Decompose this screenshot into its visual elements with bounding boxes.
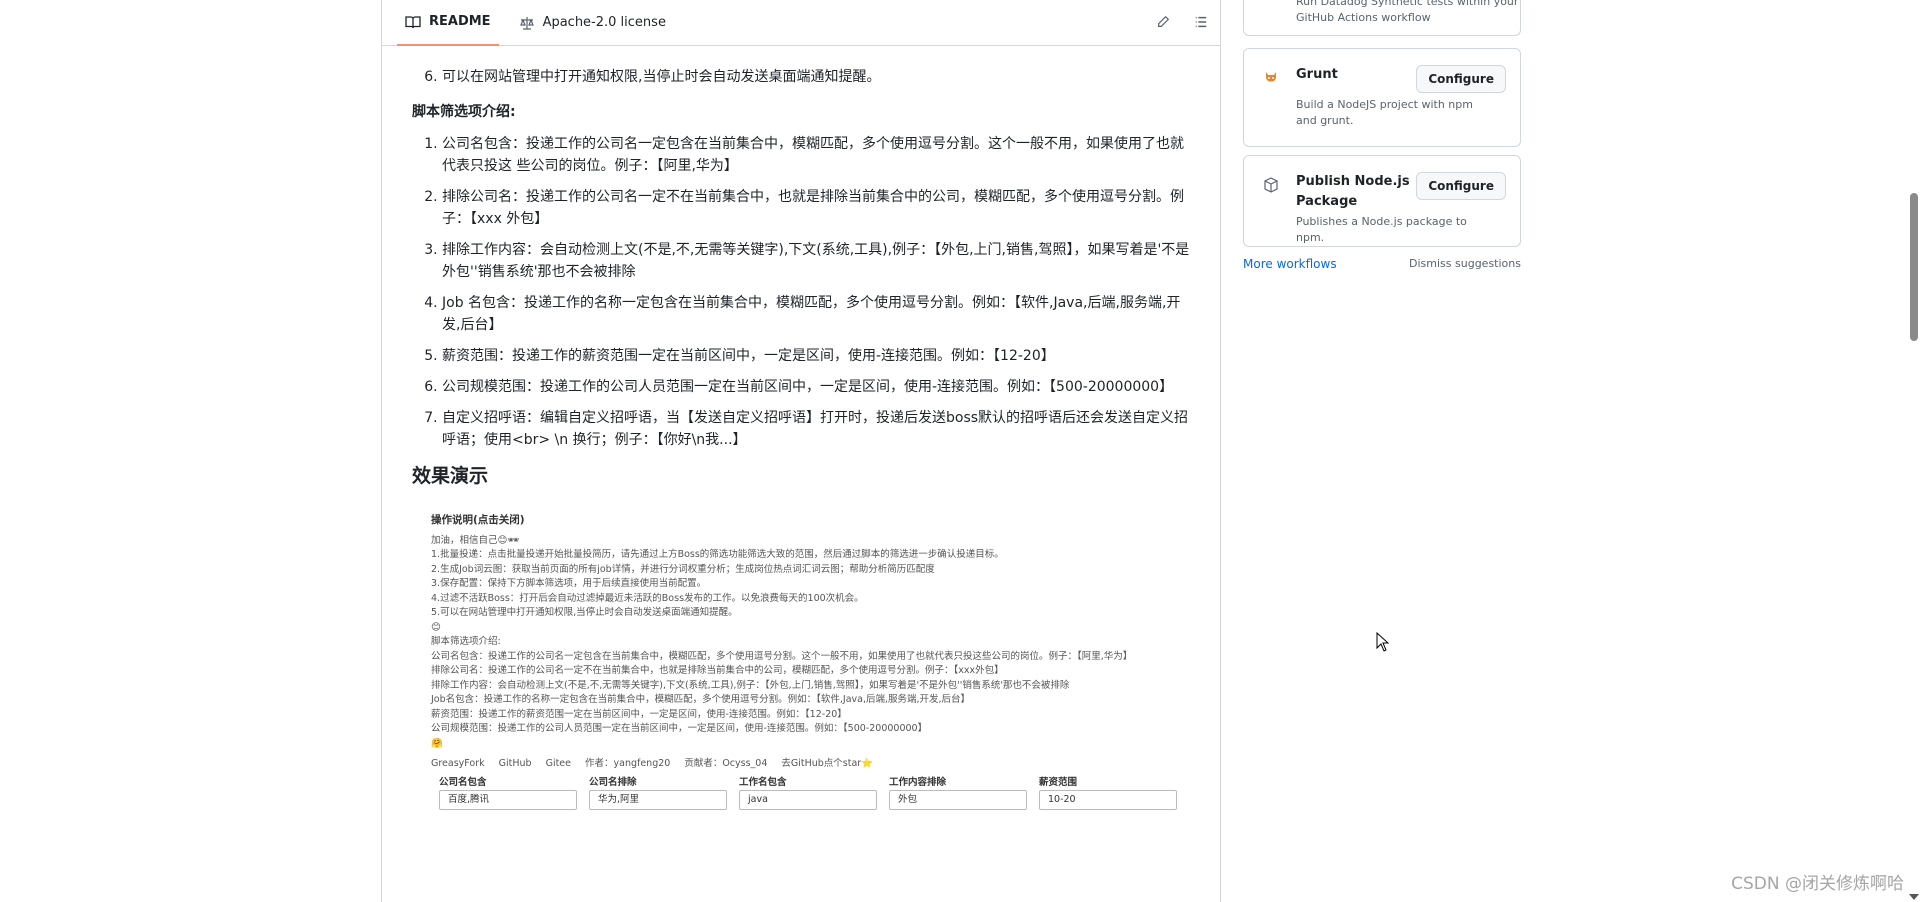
scrollbar-thumb[interactable] (1910, 193, 1918, 341)
workflow-desc-line: GitHub Actions workflow (1296, 11, 1431, 24)
workflow-desc: Run Datadog Synthetic tests within your … (1296, 0, 1518, 26)
demo-line: 脚本筛选项介绍: (431, 636, 501, 647)
demo-line: 5.可以在网站管理中打开通知权限,当停止时会自动发送桌面端通知提醒。 (431, 607, 738, 618)
list-item: 公司名包含：投递工作的公司名一定包含在当前集合中，模糊匹配，多个使用逗号分割。这… (442, 133, 1190, 177)
book-icon (405, 15, 421, 28)
demo-field-input: java (739, 790, 877, 810)
outline-list-icon[interactable] (1192, 13, 1210, 31)
scroll-down-arrow-icon[interactable] (1909, 894, 1919, 900)
demo-field-label: 工作名包含 (739, 776, 787, 788)
demo-field-label: 薪资范围 (1039, 776, 1078, 788)
workflow-card-grunt: Grunt Build a NodeJS project with npm an… (1243, 48, 1521, 147)
demo-line: 薪资范围：投递工作的薪资范围一定在当前区间中，一定是区间，使用-连接范围。例如：… (431, 708, 847, 720)
demo-link-github: GitHub (498, 758, 532, 769)
edit-pencil-icon[interactable] (1154, 13, 1172, 31)
tab-license[interactable]: Apache-2.0 license (511, 0, 674, 46)
demo-field: 工作名包含 java (739, 776, 877, 810)
demo-line: 加油，相信自己😊🕶 (431, 534, 520, 546)
mouse-cursor-icon (1376, 631, 1390, 656)
workflow-title: Grunt (1296, 67, 1338, 82)
tab-readme[interactable]: README (397, 0, 499, 46)
demo-contributor: 贡献者：Ocyss_04 (684, 758, 768, 769)
more-workflows-link[interactable]: More workflows (1243, 257, 1337, 271)
dismiss-suggestions-link[interactable]: Dismiss suggestions (1409, 257, 1521, 271)
package-icon (1262, 176, 1280, 194)
filters-list: 公司名包含：投递工作的公司名一定包含在当前集合中，模糊匹配，多个使用逗号分割。这… (412, 133, 1190, 451)
demo-field-input: 百度,腾讯 (439, 790, 577, 810)
feature-list: 可以在网站管理中打开通知权限,当停止时会自动发送桌面端通知提醒。 (412, 66, 1190, 88)
demo-field-label: 公司名包含 (439, 776, 487, 788)
law-scale-icon (519, 16, 534, 30)
demo-field: 工作内容排除 外包 (889, 776, 1027, 810)
list-item: 自定义招呼语：编辑自定义招呼语，当【发送自定义招呼语】打开时，投递后发送boss… (442, 407, 1190, 451)
list-item: 薪资范围：投递工作的薪资范围一定在当前区间中，一定是区间，使用-连接范围。例如：… (442, 345, 1190, 367)
readme-content: 可以在网站管理中打开通知权限,当停止时会自动发送桌面端通知提醒。 脚本筛选项介绍… (382, 66, 1220, 810)
workflow-card-datadog: Run Datadog Synthetic tests within your … (1243, 0, 1521, 36)
demo-field-input: 10-20 (1039, 790, 1177, 810)
demo-field-input: 外包 (889, 790, 1027, 810)
readme-tabs: README Apache-2.0 license (382, 0, 1220, 46)
demo-field: 薪资范围 10-20 (1039, 776, 1177, 810)
list-item: 排除公司名：投递工作的公司名一定不在当前集合中，也就是排除当前集合中的公司，模糊… (442, 186, 1190, 230)
workflow-desc-line: Run Datadog Synthetic tests within your (1296, 0, 1519, 8)
demo-form: 公司名包含 百度,腾讯 公司名排除 华为,阿里 工作名包含 java 工作内容排… (431, 776, 1177, 810)
grunt-logo-icon (1262, 69, 1280, 87)
page-scrollbar[interactable] (1906, 0, 1920, 902)
configure-button[interactable]: Configure (1416, 172, 1506, 200)
demo-line: Job名包含：投递工作的名称一定包含在当前集合中，模糊匹配，多个使用逗号分割。例… (431, 694, 971, 705)
suggested-workflows: Run Datadog Synthetic tests within your … (1243, 0, 1521, 271)
demo-star-link: 去GitHub点个star⭐ (781, 758, 874, 769)
demo-line: 公司规模范围：投递工作的公司人员范围一定在当前区间中，一定是区间，使用-连接范围… (431, 723, 928, 734)
demo-screenshot: 操作说明(点击关闭) 加油，相信自己😊🕶 1.批量投递：点击批量投递开始批量投简… (414, 501, 1194, 810)
readme-actions (1154, 13, 1210, 31)
list-item: 公司规模范围：投递工作的公司人员范围一定在当前区间中，一定是区间，使用-连接范围… (442, 376, 1190, 398)
readme-panel: README Apache-2.0 license 可以在网站管理中打开通知权限… (381, 0, 1221, 902)
configure-button[interactable]: Configure (1416, 65, 1506, 93)
demo-line: 😊 (431, 621, 441, 633)
demo-line: 3.保存配置：保持下方脚本筛选项，用于后续直接使用当前配置。 (431, 578, 707, 589)
demo-field-input: 华为,阿里 (589, 790, 727, 810)
demo-line: 2.生成Job词云图：获取当前页面的所有job详情，并进行分词权重分析；生成岗位… (431, 563, 935, 575)
list-item: 排除工作内容：会自动检测上文(不是,不,无需等关键字),下文(系统,工具),例子… (442, 239, 1190, 283)
demo-link-gitee: Gitee (545, 758, 571, 769)
demo-links: GreasyFork GitHub Gitee 作者：yangfeng20 贡献… (431, 757, 1177, 772)
csdn-watermark: CSDN @闭关修炼啊哈 (1731, 874, 1904, 894)
demo-line: 排除公司名：投递工作的公司名一定不在当前集合中，也就是排除当前集合中的公司，模糊… (431, 665, 1004, 676)
demo-field-label: 工作内容排除 (889, 776, 947, 788)
tab-license-label: Apache-2.0 license (542, 15, 666, 30)
demo-line: 排除工作内容：会自动检测上文(不是,不,无需等关键字),下文(系统,工具),例子… (431, 679, 1070, 691)
filters-heading: 脚本筛选项介绍: (412, 104, 516, 120)
workflow-desc: Build a NodeJS project with npm and grun… (1296, 98, 1473, 127)
demo-title: 操作说明(点击关闭) (431, 514, 525, 526)
demo-link-greasyfork: GreasyFork (431, 758, 485, 769)
list-item: 可以在网站管理中打开通知权限,当停止时会自动发送桌面端通知提醒。 (442, 66, 1190, 88)
demo-author: 作者：yangfeng20 (585, 758, 671, 769)
demo-line: 4.过滤不活跃Boss：打开后会自动过滤掉最近未活跃的Boss发布的工作。以免浪… (431, 592, 864, 604)
demo-field-label: 公司名排除 (589, 776, 637, 788)
demo-line: 1.批量投递：点击批量投递开始批量投简历，请先通过上方Boss的筛选功能筛选大致… (431, 549, 1004, 560)
workflow-title: Publish Node.js Package (1296, 174, 1410, 209)
demo-field: 公司名包含 百度,腾讯 (439, 776, 577, 810)
demo-field: 公司名排除 华为,阿里 (589, 776, 727, 810)
demo-line: 🤗 (431, 737, 443, 749)
workflows-footer: More workflows Dismiss suggestions (1243, 257, 1521, 271)
demo-heading: 效果演示 (412, 465, 489, 487)
demo-line: 公司名包含：投递工作的公司名一定包含在当前集合中，模糊匹配，多个使用逗号分割。这… (431, 650, 1133, 662)
workflow-desc: Publishes a Node.js package to npm. (1296, 215, 1467, 244)
list-item: Job 名包含：投递工作的名称一定包含在当前集合中，模糊匹配，多个使用逗号分割。… (442, 292, 1190, 336)
workflow-card-publish-node: Publish Node.js Package Publishes a Node… (1243, 155, 1521, 247)
tab-readme-label: README (429, 14, 491, 29)
